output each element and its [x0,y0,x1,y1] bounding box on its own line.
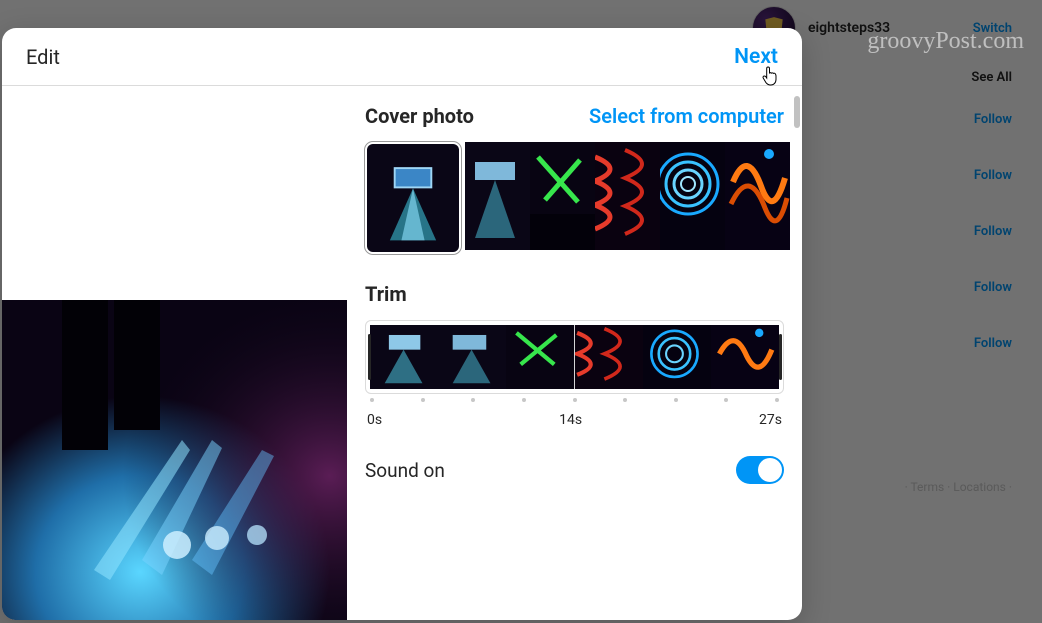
trim-ticks: 0s 14s 27s [365,394,784,428]
sound-toggle[interactable] [736,456,784,484]
cover-thumb[interactable] [595,142,660,250]
scrollbar[interactable] [794,96,800,128]
modal-body: Cover photo Select from computer [2,86,802,620]
back-edit-button[interactable]: Edit [26,45,60,69]
trim-tick-end: 27s [759,402,782,428]
cover-thumb[interactable] [725,142,790,250]
cover-thumb[interactable] [660,142,725,250]
sound-row: Sound on [365,450,784,484]
trim-handle-end[interactable] [777,323,783,391]
trim-frame [711,325,779,389]
modal-header: Edit Next [2,28,802,86]
cover-thumb-selected[interactable] [365,142,461,254]
edit-post-modal: Edit Next [2,28,802,620]
trim-slider[interactable] [365,320,784,394]
cover-photo-header: Cover photo Select from computer [365,104,784,128]
next-button-label: Next [734,45,778,69]
trim-title: Trim [365,282,407,306]
toggle-knob [758,458,782,482]
trim-frame [370,325,438,389]
cover-thumb[interactable] [530,142,595,250]
video-preview[interactable] [2,300,347,620]
preview-padding-top [2,86,347,300]
trim-frame [506,325,574,389]
trim-frame [438,325,506,389]
cover-thumb[interactable] [465,142,530,250]
cover-photo-strip [365,142,784,254]
video-settings-pane: Cover photo Select from computer [347,86,802,620]
next-button[interactable]: Next [734,45,778,69]
trim-tick-start: 0s [367,402,382,428]
video-frame-icon [2,300,347,620]
cover-photo-title: Cover photo [365,104,474,128]
trim-tick-mid: 14s [559,402,582,428]
select-from-computer-link[interactable]: Select from computer [589,104,784,128]
trim-section: Trim [365,282,784,428]
media-preview-pane [2,86,347,620]
sound-label: Sound on [365,459,445,482]
trim-handle-start[interactable] [366,323,372,391]
trim-frame [575,325,643,389]
trim-frame [643,325,711,389]
